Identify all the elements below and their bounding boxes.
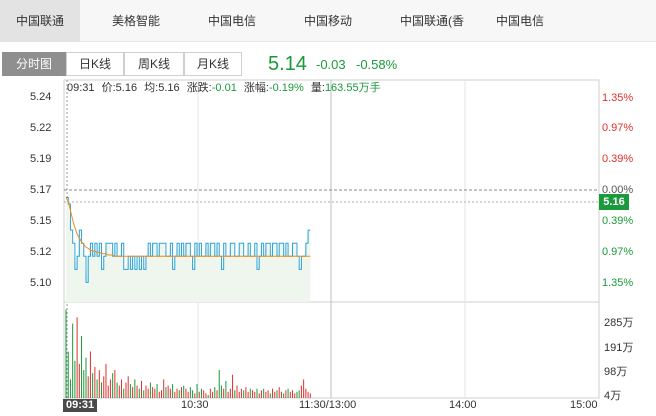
stock-tab-4[interactable]: 中国移动 bbox=[288, 0, 368, 42]
pct-tick: 0.97% bbox=[602, 122, 634, 134]
price-tick: 5.24 bbox=[30, 91, 52, 103]
crosshair-info-bar: 09:31 价:5.16 均:5.16 涨跌:-0.01 涨幅:-0.19% 量… bbox=[67, 80, 381, 96]
stock-tab-bar: 中国联通 美格智能 中国电信 中国移动 中国联通(香 中国电信 bbox=[0, 0, 656, 42]
stock-tab-3[interactable]: 中国电信 bbox=[192, 0, 272, 42]
price-area bbox=[66, 197, 311, 302]
info-amp: -0.19% bbox=[268, 82, 304, 94]
tab-intraday[interactable]: 分时图 bbox=[2, 52, 66, 76]
price-change: -0.03 bbox=[316, 57, 346, 72]
volume-tick: 98万 bbox=[604, 366, 628, 378]
tab-monthly-k[interactable]: 月K线 bbox=[184, 52, 242, 76]
price-tick: 5.22 bbox=[30, 122, 52, 134]
stock-tab-1[interactable]: 中国联通 bbox=[0, 0, 80, 42]
time-tick: 09:31 bbox=[63, 399, 98, 412]
time-tick: 11:30/13:00 bbox=[299, 399, 357, 411]
info-avg: 5.16 bbox=[158, 82, 180, 94]
info-change-label: 涨跌: bbox=[186, 82, 212, 94]
info-avg-label: 均: bbox=[144, 82, 159, 94]
info-change: -0.01 bbox=[211, 82, 237, 94]
stock-tab-6[interactable]: 中国电信 bbox=[480, 0, 560, 42]
current-price: 5.14 bbox=[268, 53, 307, 75]
time-tick: 15:00 bbox=[570, 399, 598, 411]
price-tick: 5.12 bbox=[30, 246, 52, 258]
info-time: 09:31 bbox=[67, 82, 95, 94]
price-tick: 5.10 bbox=[30, 277, 52, 289]
price-change-pct: -0.58% bbox=[356, 57, 398, 72]
pct-tick: 1.35% bbox=[602, 92, 634, 104]
price-tick: 5.15 bbox=[30, 215, 52, 227]
current-price-tag: 5.16 bbox=[599, 194, 629, 210]
volume-tick: 191万 bbox=[604, 342, 634, 354]
info-price-label: 价: bbox=[101, 82, 116, 94]
info-vol-label: 量: bbox=[310, 82, 325, 94]
pct-tick: 0.39% bbox=[602, 215, 634, 227]
intraday-chart[interactable] bbox=[0, 78, 656, 416]
price-tick: 5.17 bbox=[30, 184, 52, 196]
pct-tick: 0.39% bbox=[602, 153, 634, 165]
tab-daily-k[interactable]: 日K线 bbox=[66, 52, 124, 76]
info-price: 5.16 bbox=[115, 82, 138, 94]
tab-weekly-k[interactable]: 周K线 bbox=[124, 52, 184, 76]
time-tick: 14:00 bbox=[449, 399, 477, 411]
info-vol: 163.55万手 bbox=[324, 82, 381, 94]
pct-tick: 0.97% bbox=[602, 246, 634, 258]
price-tick: 5.19 bbox=[30, 153, 52, 165]
volume-tick: 285万 bbox=[604, 317, 634, 329]
stock-tab-5[interactable]: 中国联通(香 bbox=[384, 0, 480, 42]
info-amp-label: 涨幅: bbox=[243, 82, 269, 94]
pct-tick: 1.35% bbox=[602, 277, 634, 289]
time-tick: 10:30 bbox=[181, 399, 209, 411]
stock-tab-2[interactable]: 美格智能 bbox=[96, 0, 176, 42]
volume-tick: 4万 bbox=[604, 390, 622, 402]
